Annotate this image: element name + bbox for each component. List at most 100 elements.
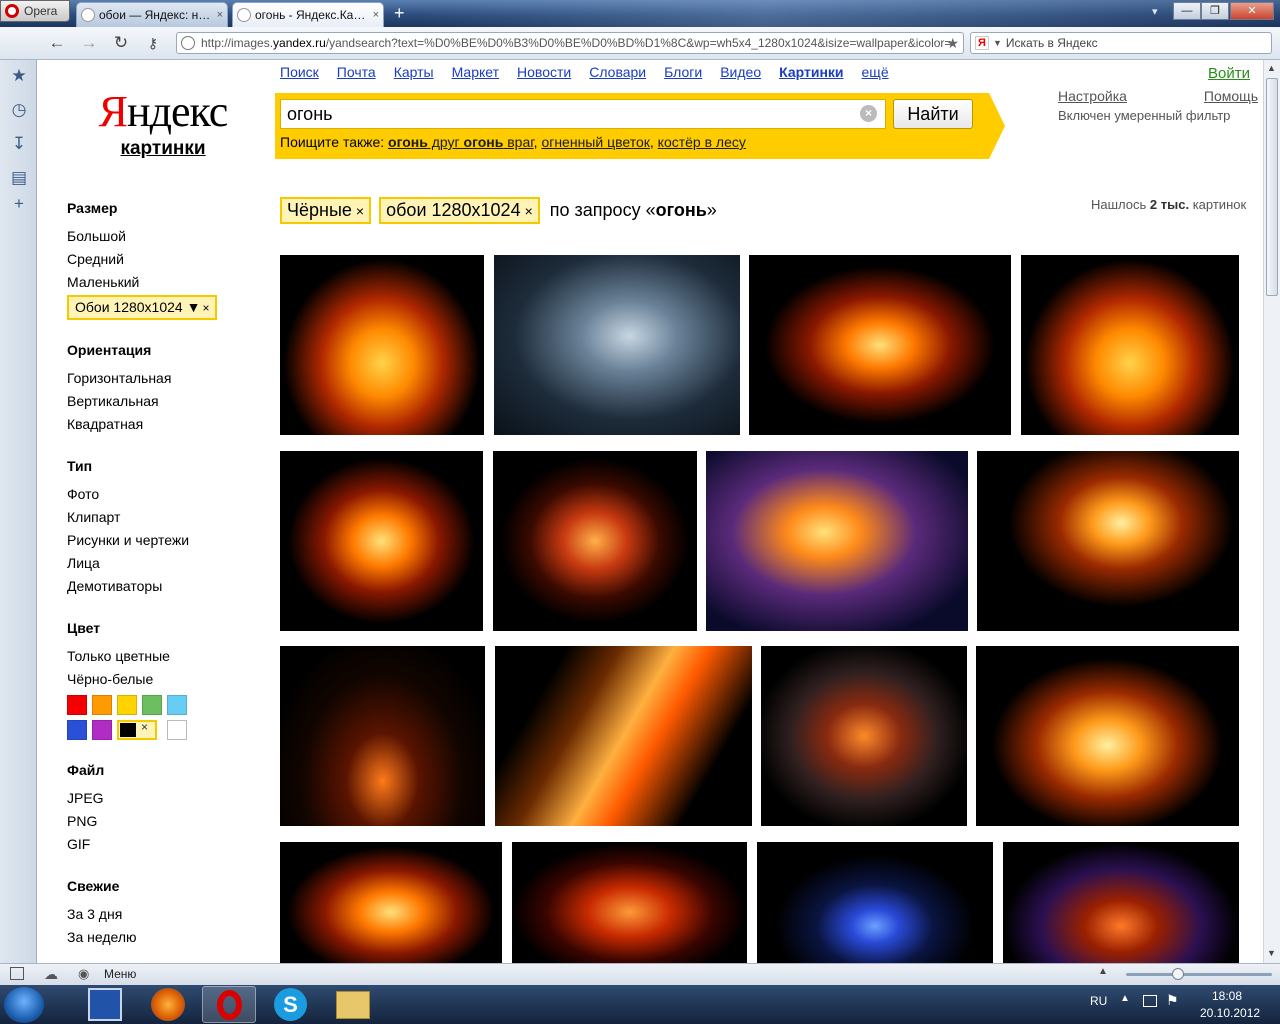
result-thumbnail[interactable] [1021, 255, 1239, 435]
color-swatch[interactable] [167, 720, 187, 740]
tab-2[interactable]: огонь - Яндекс.Картин... × [232, 2, 384, 27]
back-icon[interactable]: ← [46, 33, 68, 53]
result-thumbnail[interactable] [495, 646, 752, 826]
restore-button[interactable]: ❐ [1201, 2, 1229, 20]
close-button[interactable]: ✕ [1230, 2, 1274, 20]
result-thumbnail[interactable] [749, 255, 1011, 435]
opera-taskbar-button[interactable] [202, 986, 256, 1023]
history-icon[interactable]: ◷ [10, 101, 28, 119]
filter-option[interactable]: Лица [67, 552, 267, 575]
scroll-up-icon[interactable]: ▲ [1267, 63, 1276, 73]
search-input[interactable]: огонь [280, 99, 886, 129]
filter-option[interactable]: Вертикальная [67, 390, 267, 413]
filter-remove-icon[interactable]: × [202, 301, 209, 315]
minimize-button[interactable]: — [1173, 2, 1201, 20]
help-link[interactable]: Помощь [1204, 88, 1258, 104]
service-link[interactable]: Словари [589, 64, 646, 80]
filter-option[interactable]: Клипарт [67, 506, 267, 529]
filter-selected-wallpaper[interactable]: Обои 1280x1024 ▼ × [67, 295, 218, 320]
color-swatch[interactable] [142, 695, 162, 715]
service-link[interactable]: Поиск [280, 64, 319, 80]
scroll-thumb[interactable] [1266, 78, 1278, 296]
browser-search-field[interactable]: Я ▼ Искать в Яндекс [970, 32, 1272, 54]
folder-app-icon[interactable] [336, 991, 370, 1019]
result-thumbnail[interactable] [977, 451, 1239, 631]
service-link[interactable]: Картинки [779, 64, 843, 80]
login-link[interactable]: Войти [1208, 65, 1250, 82]
firefox-app-icon[interactable] [151, 988, 185, 1021]
page-scrollbar[interactable]: ▲ ▼ [1263, 60, 1280, 963]
chip-wallpaper[interactable]: обои 1280x1024 × [379, 197, 540, 224]
new-tab-button[interactable]: + [394, 4, 405, 22]
zoom-slider-handle[interactable] [1172, 968, 1184, 980]
find-button[interactable]: Найти [893, 99, 973, 129]
color-swatch[interactable] [167, 695, 187, 715]
color-swatch[interactable] [67, 695, 87, 715]
result-thumbnail[interactable] [706, 451, 968, 631]
forward-icon[interactable]: → [78, 33, 100, 53]
network-icon[interactable] [1143, 995, 1157, 1007]
chip-remove-icon[interactable]: × [525, 203, 533, 219]
filter-option[interactable]: Чёрно-белые [67, 668, 267, 691]
reload-icon[interactable]: ↻ [110, 33, 132, 53]
chip-remove-icon[interactable]: × [356, 203, 364, 219]
skype-app-icon[interactable]: S [274, 988, 307, 1021]
service-link[interactable]: ещё [862, 64, 889, 80]
star-icon[interactable]: ★ [10, 67, 28, 85]
chip-black[interactable]: Чёрные × [280, 197, 372, 224]
result-thumbnail[interactable] [757, 842, 993, 963]
service-link[interactable]: Видео [720, 64, 761, 80]
result-thumbnail[interactable] [280, 646, 485, 826]
filter-option[interactable]: Демотиваторы [67, 575, 267, 598]
result-thumbnail[interactable] [280, 842, 502, 963]
result-thumbnail[interactable] [976, 646, 1239, 826]
filter-option[interactable]: Только цветные [67, 645, 267, 668]
filter-option[interactable]: Средний [67, 248, 267, 271]
filter-option[interactable]: Маленький [67, 271, 267, 294]
bookmark-star-icon[interactable]: ★ [946, 35, 959, 52]
speed-dial-icon[interactable]: ◉ [78, 966, 89, 982]
key-icon[interactable]: ⚷ [142, 33, 164, 53]
add-panel-icon[interactable]: + [10, 195, 28, 213]
filter-option[interactable]: Квадратная [67, 413, 267, 436]
address-field[interactable]: http://images.yandex.ru/yandsearch?text=… [176, 32, 964, 54]
color-swatch[interactable] [92, 720, 112, 740]
panel-toggle-icon[interactable] [10, 967, 24, 980]
related-search-link[interactable]: костёр в лесу [658, 134, 746, 150]
color-swatch[interactable] [92, 695, 112, 715]
unite-cloud-icon[interactable]: ☁ [44, 966, 58, 983]
swatch-remove-icon[interactable]: × [141, 720, 148, 734]
tab-menu-icon[interactable]: ▾ [1152, 5, 1158, 18]
clock-date[interactable]: 20.10.2012 [1200, 1006, 1260, 1020]
filter-option[interactable]: За 3 дня [67, 903, 267, 926]
zoom-slider[interactable] [1126, 973, 1272, 976]
start-button[interactable] [4, 987, 44, 1023]
status-menu[interactable]: Меню [104, 967, 136, 981]
notes-icon[interactable]: ▤ [10, 169, 28, 187]
zoom-arrow-icon[interactable]: ▲ [1098, 966, 1108, 977]
service-link[interactable]: Новости [517, 64, 571, 80]
tab-2-close-icon[interactable]: × [373, 9, 379, 21]
result-thumbnail[interactable] [280, 451, 483, 631]
result-thumbnail[interactable] [280, 255, 484, 435]
engine-dropdown-icon[interactable]: ▼ [993, 38, 1002, 48]
language-indicator[interactable]: RU [1090, 994, 1107, 1008]
filter-option[interactable]: Фото [67, 483, 267, 506]
filter-option[interactable]: Горизонтальная [67, 367, 267, 390]
scroll-down-icon[interactable]: ▼ [1267, 948, 1276, 958]
service-link[interactable]: Маркет [452, 64, 499, 80]
color-swatch[interactable] [67, 720, 87, 740]
filter-option[interactable]: PNG [67, 810, 267, 833]
clock-time[interactable]: 18:08 [1212, 989, 1242, 1003]
filter-option[interactable]: GIF [67, 833, 267, 856]
result-thumbnail[interactable] [494, 255, 740, 435]
downloads-icon[interactable]: ↧ [10, 135, 28, 153]
yandex-engine-icon[interactable]: Я [975, 36, 989, 50]
tray-arrow-icon[interactable]: ▲ [1120, 993, 1130, 1004]
result-thumbnail[interactable] [512, 842, 747, 963]
result-thumbnail[interactable] [493, 451, 697, 631]
service-link[interactable]: Блоги [664, 64, 702, 80]
filter-option[interactable]: JPEG [67, 787, 267, 810]
logo-subtitle[interactable]: картинки [98, 138, 228, 160]
result-thumbnail[interactable] [1003, 842, 1239, 963]
